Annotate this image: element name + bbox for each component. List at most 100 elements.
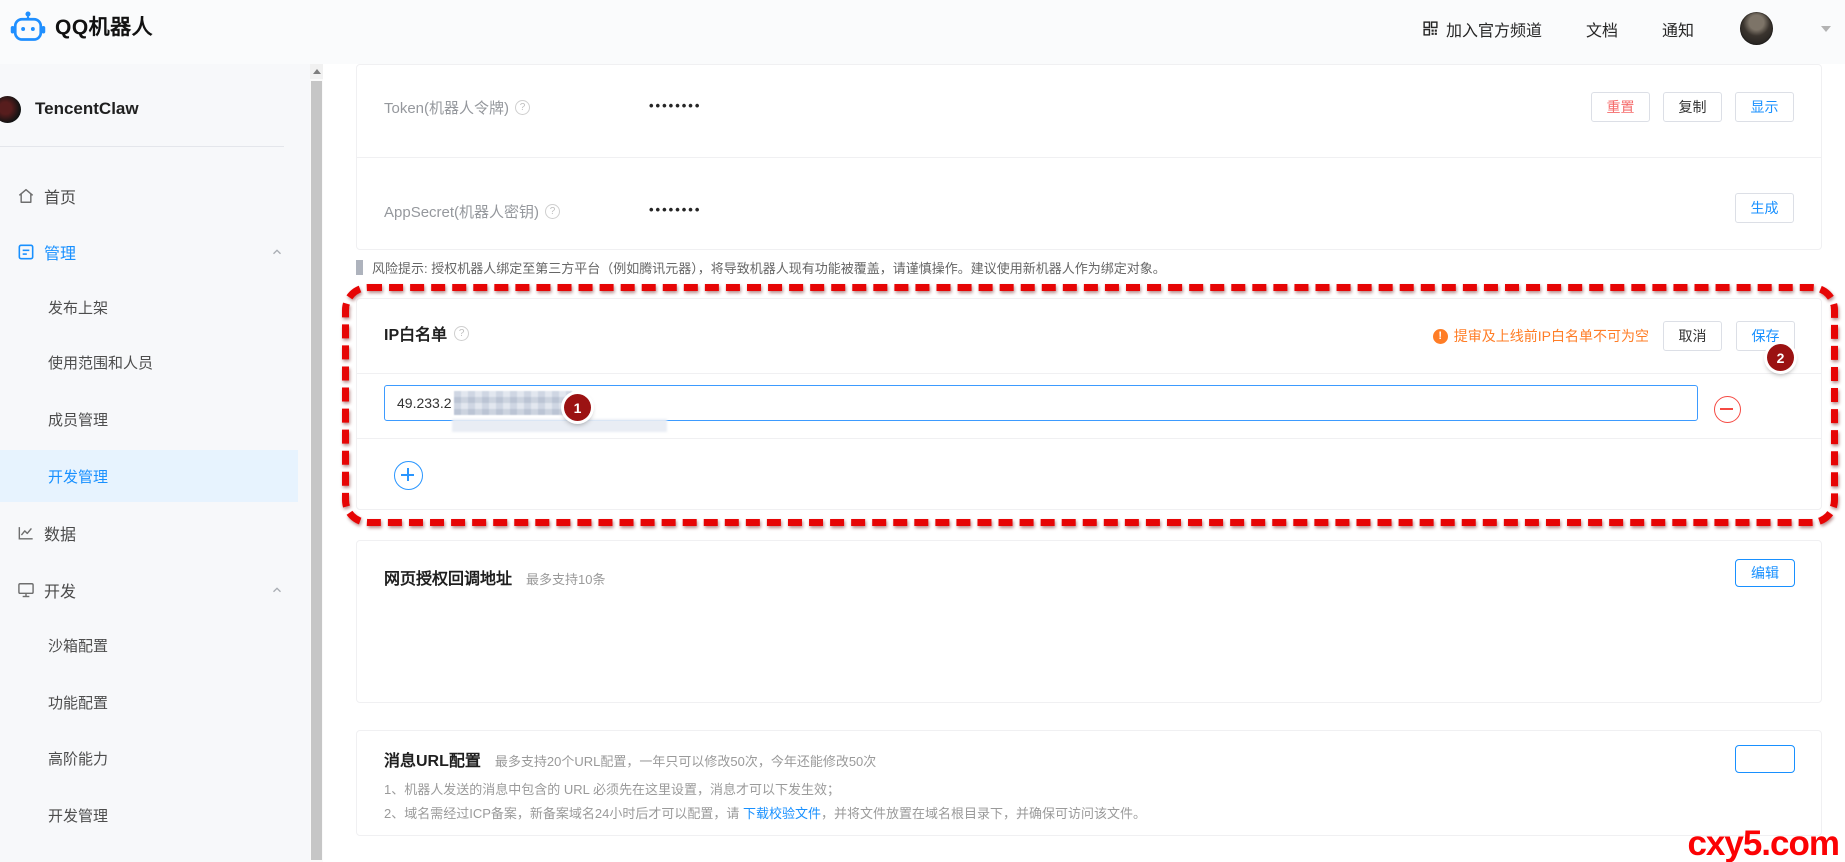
cancel-button[interactable]: 取消 <box>1663 321 1722 351</box>
app-header: QQ机器人 加入官方频道 文档 通知 <box>0 0 1845 64</box>
edit-msg-url-button[interactable] <box>1735 745 1795 773</box>
user-avatar[interactable] <box>1740 12 1773 45</box>
ip-whitelist-card: IP白名单 ? ! 提审及上线前IP白名单不可为空 取消 保存 2 1 <box>356 298 1822 510</box>
ip-warning-text: 提审及上线前IP白名单不可为空 <box>1453 328 1649 344</box>
msg-url-header: 消息URL配置 最多支持20个URL配置，一年只可以修改50次，今年还能修改50… <box>384 747 876 771</box>
msg-url-note1: 1、机器人发送的消息中包含的 URL 必须先在这里设置，消息才可以下发生效； <box>384 782 840 797</box>
bot-avatar <box>0 95 21 123</box>
app-title: QQ机器人 <box>55 16 154 39</box>
sidebar-scrollbar[interactable] <box>310 64 323 862</box>
sidebar-item-manage[interactable]: 管理 <box>0 232 298 272</box>
line-chart-icon <box>15 522 37 544</box>
chevron-down-icon[interactable] <box>1821 25 1831 32</box>
sidebar-item-dev[interactable]: 开发 <box>0 570 298 610</box>
sidebar-item-member-manage[interactable]: 成员管理 <box>0 399 298 439</box>
header-nav: 加入官方频道 文档 通知 <box>1422 10 1831 45</box>
row-divider <box>357 373 1821 374</box>
appsecret-value: •••••••• <box>649 202 702 217</box>
annotation-badge-1: 1 <box>564 394 591 421</box>
sidebar-item-data[interactable]: 数据 <box>0 513 298 553</box>
web-callback-header: 网页授权回调地址 最多支持10条 <box>384 565 605 589</box>
warning-icon: ! <box>1432 328 1448 344</box>
sidebar-item-publish[interactable]: 发布上架 <box>0 287 298 327</box>
scrollbar-thumb[interactable] <box>311 81 322 860</box>
help-icon[interactable]: ? <box>515 100 531 115</box>
sidebar-item-label: 功能配置 <box>48 694 109 712</box>
risk-notice: 风险提示: 授权机器人绑定至第三方平台（例如腾讯元器），将导致机器人现有功能被覆… <box>356 258 1166 277</box>
sidebar-item-label: 开发管理 <box>48 468 109 486</box>
app-logo: QQ机器人 <box>10 10 153 42</box>
sidebar: TencentClaw 首页 管理 发布上架 使用范围和人员 成员管理 开发管理… <box>0 64 310 862</box>
sidebar-item-label: 发布上架 <box>48 299 109 317</box>
generate-button[interactable]: 生成 <box>1735 193 1794 223</box>
risk-text: 风险提示: 授权机器人绑定至第三方平台（例如腾讯元器），将导致机器人现有功能被覆… <box>372 261 1166 276</box>
row-divider <box>357 438 1821 439</box>
credentials-card: Token(机器人令牌) ? •••••••• 重置 复制 显示 AppSecr… <box>356 64 1822 250</box>
sidebar-item-label: 使用范围和人员 <box>48 354 154 372</box>
main-content: Token(机器人令牌) ? •••••••• 重置 复制 显示 AppSecr… <box>323 64 1845 862</box>
token-label: Token(机器人令牌) <box>384 100 510 117</box>
copy-button[interactable]: 复制 <box>1663 92 1722 122</box>
monitor-icon <box>15 579 37 601</box>
msg-url-title: 消息URL配置 <box>384 753 481 770</box>
web-callback-subtitle: 最多支持10条 <box>526 572 606 587</box>
scrollbar-up-arrow-icon[interactable] <box>310 64 323 79</box>
sidebar-item-label: 管理 <box>44 246 77 263</box>
sidebar-item-feature-config[interactable]: 功能配置 <box>0 682 298 722</box>
appsecret-label-row: AppSecret(机器人密钥) ? <box>384 201 561 222</box>
nav-docs[interactable]: 文档 <box>1586 17 1618 41</box>
remove-ip-icon[interactable] <box>1714 396 1741 423</box>
nav-join-channel[interactable]: 加入官方频道 <box>1422 17 1542 41</box>
sidebar-item-label: 开发管理 <box>48 807 109 825</box>
sidebar-divider <box>0 146 284 147</box>
web-callback-title: 网页授权回调地址 <box>384 571 513 588</box>
sidebar-item-label: 成员管理 <box>48 411 109 429</box>
sidebar-item-dev-manage-2[interactable]: 开发管理 <box>0 795 298 835</box>
risk-bar-icon <box>356 260 363 275</box>
bot-name: TencentClaw <box>35 99 139 118</box>
msg-url-subtitle: 最多支持20个URL配置，一年只可以修改50次，今年还能修改50次 <box>494 754 877 769</box>
download-verify-file-link[interactable]: 下载校验文件 <box>743 806 821 821</box>
help-icon[interactable]: ? <box>454 325 470 341</box>
app-root: QQ机器人 加入官方频道 文档 通知 TencentClaw 首页 管理 发布上… <box>0 0 1845 862</box>
bot-profile[interactable]: TencentClaw <box>0 92 139 126</box>
msg-url-card: 消息URL配置 最多支持20个URL配置，一年只可以修改50次，今年还能修改50… <box>356 730 1822 836</box>
edit-callback-button[interactable]: 编辑 <box>1735 559 1795 587</box>
ip-whitelist-actions: ! 提审及上线前IP白名单不可为空 取消 保存 <box>1432 321 1795 351</box>
document-icon <box>15 241 37 263</box>
msg-url-note2-suffix: ，并将文件放置在域名根目录下，并确保可访问该文件。 <box>821 806 1147 821</box>
sidebar-item-label: 数据 <box>44 527 77 544</box>
msg-url-note2-prefix: 2、域名需经过ICP备案，新备案域名24小时后才可以配置，请 <box>384 806 743 821</box>
sidebar-item-callback-config[interactable]: 回调配置 <box>0 850 298 862</box>
sidebar-item-label: 首页 <box>44 190 77 207</box>
qq-robot-logo-icon <box>10 11 46 41</box>
sidebar-item-label: 开发 <box>44 584 77 601</box>
qr-code-icon <box>1423 21 1438 36</box>
sidebar-item-scope-users[interactable]: 使用范围和人员 <box>0 342 298 382</box>
msg-url-note2: 2、域名需经过ICP备案，新备案域名24小时后才可以配置，请 下载校验文件，并将… <box>384 803 1146 822</box>
chevron-up-icon[interactable] <box>270 245 284 259</box>
sidebar-item-sandbox-config[interactable]: 沙箱配置 <box>0 625 298 665</box>
nav-notifications[interactable]: 通知 <box>1662 17 1694 41</box>
annotation-badge-2: 2 <box>1767 344 1794 371</box>
web-callback-card: 网页授权回调地址 最多支持10条 编辑 <box>356 540 1822 703</box>
add-ip-icon[interactable] <box>394 461 423 490</box>
sidebar-item-label: 沙箱配置 <box>48 637 109 655</box>
sidebar-item-label: 高阶能力 <box>48 750 109 768</box>
watermark: cxy5.com <box>1687 824 1840 862</box>
reset-button[interactable]: 重置 <box>1591 92 1650 122</box>
row-divider <box>357 157 1821 158</box>
ip-whitelist-header: IP白名单 ? <box>384 321 470 345</box>
sidebar-item-dev-manage-active[interactable]: 开发管理 <box>0 450 298 502</box>
token-label-row: Token(机器人令牌) ? <box>384 97 531 118</box>
ip-whitelist-title: IP白名单 <box>384 327 448 344</box>
redaction-mosaic <box>454 391 572 415</box>
chevron-up-icon[interactable] <box>270 583 284 597</box>
help-icon[interactable]: ? <box>545 204 561 219</box>
sidebar-item-home[interactable]: 首页 <box>0 176 298 216</box>
token-actions: 重置 复制 显示 <box>1591 92 1794 122</box>
home-icon <box>15 185 37 207</box>
sidebar-item-advanced-ability[interactable]: 高阶能力 <box>0 738 298 778</box>
show-button[interactable]: 显示 <box>1735 92 1794 122</box>
nav-join-channel-label: 加入官方频道 <box>1445 22 1542 40</box>
